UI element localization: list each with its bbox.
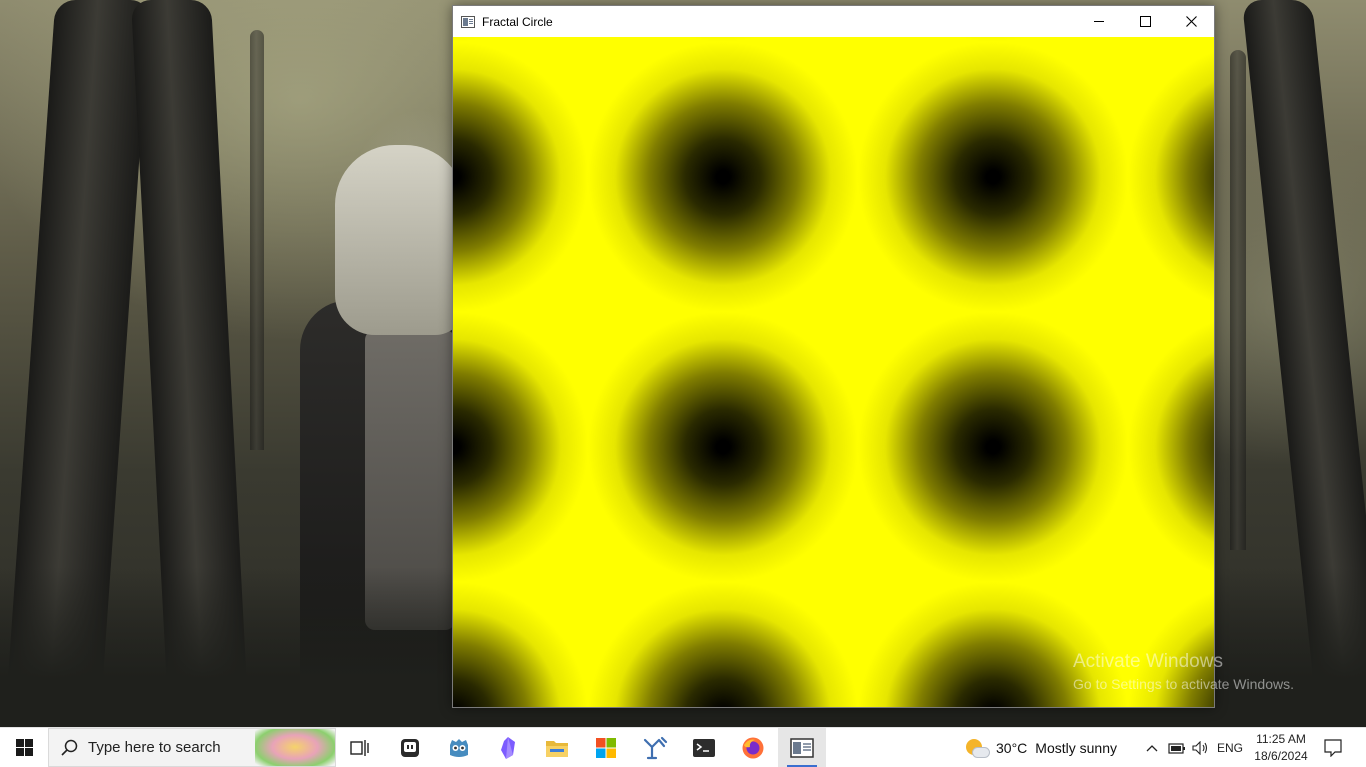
task-view-icon <box>350 739 369 756</box>
close-button[interactable] <box>1168 6 1214 37</box>
volume-button[interactable] <box>1191 728 1211 767</box>
weather-temperature: 30°C <box>996 739 1028 756</box>
character-hair <box>335 145 465 335</box>
weather-widget[interactable]: 30°C Mostly sunny <box>966 728 1131 767</box>
search-highlight-image <box>255 729 335 766</box>
battery-button[interactable] <box>1166 728 1188 767</box>
maximize-icon <box>1139 16 1151 27</box>
mostly-sunny-icon <box>966 737 990 759</box>
battery-icon <box>1168 742 1185 754</box>
taskbar-obsidian[interactable] <box>484 728 532 767</box>
visual-studio-icon <box>643 736 668 759</box>
folder-icon <box>546 740 568 757</box>
search-placeholder: Type here to search <box>88 739 221 756</box>
tree-trunk <box>1230 50 1246 550</box>
app-window-icon <box>790 737 814 758</box>
terminal-icon <box>693 738 715 757</box>
window-titlebar[interactable]: Fractal Circle <box>453 6 1214 37</box>
fractal-canvas[interactable] <box>453 37 1214 707</box>
start-button[interactable] <box>0 728 48 767</box>
notifications-button[interactable] <box>1318 728 1348 767</box>
app-window-icon <box>461 15 475 28</box>
firefox-icon <box>742 737 764 758</box>
search-box[interactable]: Type here to search <box>48 728 336 767</box>
taskbar-godot[interactable] <box>435 728 483 767</box>
window-title: Fractal Circle <box>482 14 553 29</box>
taskbar-file-explorer[interactable] <box>533 728 581 767</box>
taskbar-chat-app[interactable] <box>386 728 434 767</box>
clock-date: 18/6/2024 <box>1254 748 1308 763</box>
task-view-button[interactable] <box>336 728 384 767</box>
volume-icon <box>1192 740 1208 755</box>
taskbar-fractal-circle[interactable] <box>778 728 826 767</box>
store-icon <box>596 737 616 758</box>
maximize-button[interactable] <box>1122 6 1168 37</box>
minimize-icon <box>1094 21 1104 22</box>
fractal-circle-window[interactable]: Fractal Circle <box>452 5 1215 708</box>
taskbar: Type here to search 30°C Mostly sunny EN… <box>0 727 1366 767</box>
clock-button[interactable]: 11:25 AM 18/6/2024 <box>1250 728 1312 767</box>
obsidian-icon <box>501 736 515 759</box>
taskbar-visual-studio[interactable] <box>631 728 679 767</box>
close-icon <box>1185 16 1197 27</box>
clock-time: 11:25 AM <box>1256 731 1306 746</box>
input-language-button[interactable]: ENG <box>1214 728 1246 767</box>
taskbar-terminal[interactable] <box>680 728 728 767</box>
show-hidden-icons-button[interactable] <box>1142 728 1162 767</box>
weather-description: Mostly sunny <box>1035 739 1117 756</box>
search-icon <box>61 739 78 756</box>
minimize-button[interactable] <box>1076 6 1122 37</box>
taskbar-firefox[interactable] <box>729 728 777 767</box>
windows-logo-icon <box>15 739 33 756</box>
desktop-wallpaper: Fractal Circle Activate Windows Go to Se… <box>0 0 1366 727</box>
chat-app-icon <box>401 738 419 757</box>
notification-icon <box>1324 738 1342 757</box>
chevron-up-icon <box>1146 744 1158 751</box>
godot-icon <box>450 738 468 757</box>
tree-trunk <box>250 30 264 450</box>
taskbar-microsoft-store[interactable] <box>582 728 630 767</box>
